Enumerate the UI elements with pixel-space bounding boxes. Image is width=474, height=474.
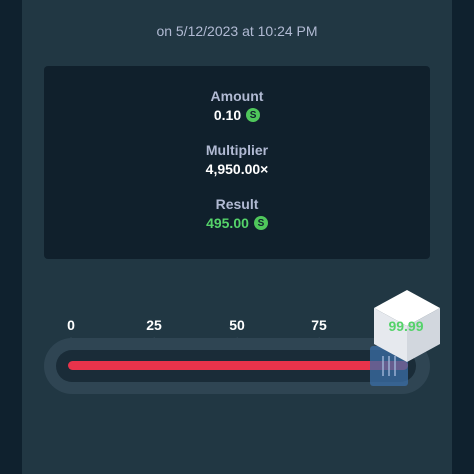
amount-label: Amount	[210, 88, 264, 104]
amount-value-row: 0.10 S	[213, 107, 261, 123]
result-value-row: 495.00 S	[206, 215, 268, 231]
result-label: Result	[215, 196, 259, 212]
coin-icon: S	[246, 108, 261, 122]
multiplier-stat: Multiplier 4,950.00×	[44, 142, 430, 179]
slider-lose-range	[68, 361, 408, 370]
bet-summary-card: Amount 0.10 S Multiplier 4,950.00× Resul…	[44, 66, 430, 259]
result-value: 495.00	[206, 215, 249, 231]
result-stat: Result 495.00 S	[44, 196, 430, 233]
coin-icon: S	[253, 216, 268, 230]
multiplier-value: 4,950.00×	[205, 161, 269, 177]
amount-stat: Amount 0.10 S	[44, 88, 430, 125]
amount-value: 0.10	[213, 107, 242, 123]
tick-label: 0	[67, 317, 75, 333]
roll-result: 99.99	[388, 318, 424, 334]
tick-label: 50	[229, 317, 245, 333]
bet-date: on 5/12/2023 at 10:24 PM	[156, 23, 318, 39]
tick-label: 75	[311, 317, 327, 333]
tick-label: 25	[146, 317, 162, 333]
multiplier-label: Multiplier	[205, 142, 269, 158]
